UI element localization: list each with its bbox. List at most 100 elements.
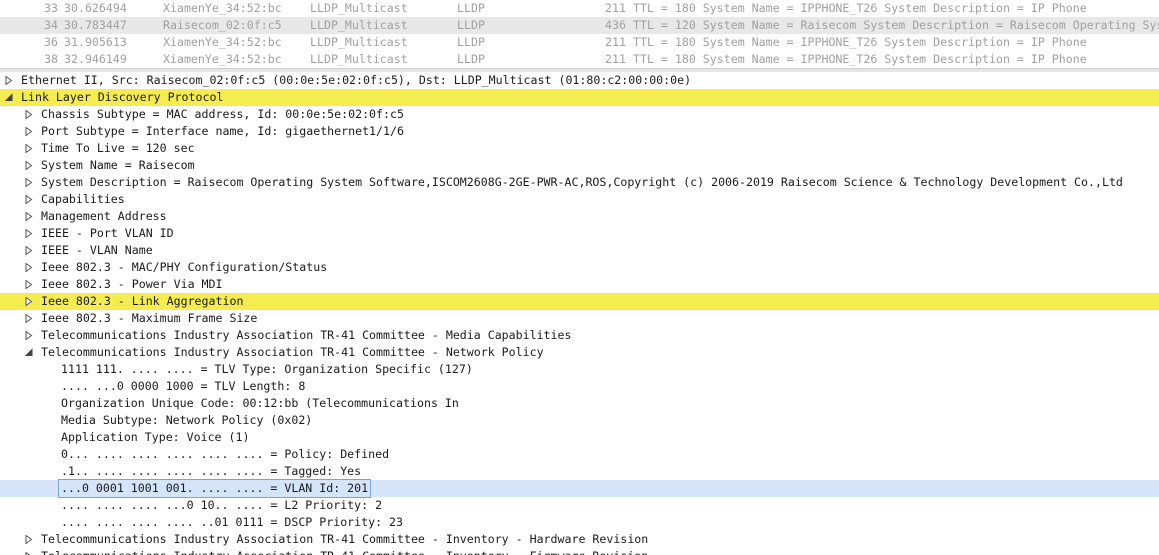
tree-node[interactable]: Management Address: [0, 208, 1159, 225]
tree-collapsed-arrow-icon[interactable]: [25, 327, 35, 344]
packet-number: 36: [44, 35, 58, 49]
tree-node-label: Telecommunications Industry Association …: [41, 328, 572, 342]
tree-collapsed-arrow-icon[interactable]: [25, 242, 35, 259]
packet-row[interactable]: 38 32.946149 XiamenYe_34:52:bc LLDP_Multica…: [0, 51, 1159, 68]
packet-length: 436: [605, 18, 626, 32]
tree-node-label: Port Subtype = Interface name, Id: gigae…: [41, 124, 404, 138]
packet-number: 34: [44, 18, 58, 32]
tree-collapsed-arrow-icon[interactable]: [25, 293, 35, 310]
packet-number: 38: [44, 52, 58, 66]
tree-collapsed-arrow-icon[interactable]: [25, 191, 35, 208]
tree-node[interactable]: Ieee 802.3 - MAC/PHY Configuration/Statu…: [0, 259, 1159, 276]
tree-node-label: 1111 111. .... .... = TLV Type: Organiza…: [61, 362, 473, 376]
tree-collapsed-arrow-icon[interactable]: [25, 123, 35, 140]
tree-node[interactable]: .1.. .... .... .... .... .... = Tagged: …: [0, 463, 1159, 480]
tree-node-label: Management Address: [41, 209, 167, 223]
packet-row[interactable]: 34 30.783447 Raisecom_02:0f:c5 LLDP_Multica…: [0, 17, 1159, 34]
packet-time: 30.626494: [64, 1, 127, 15]
tree-collapsed-arrow-icon[interactable]: [25, 548, 35, 555]
tree-node[interactable]: Link Layer Discovery Protocol: [0, 89, 1159, 106]
tree-collapsed-arrow-icon[interactable]: [25, 310, 35, 327]
tree-node-label: Telecommunications Industry Association …: [41, 532, 649, 546]
tree-node[interactable]: 1111 111. .... .... = TLV Type: Organiza…: [0, 361, 1159, 378]
tree-node-label: Application Type: Voice (1): [61, 430, 250, 444]
tree-node-label: IEEE - Port VLAN ID: [41, 226, 174, 240]
tree-node[interactable]: .... .... .... .... ..01 0111 = DSCP Pri…: [0, 514, 1159, 531]
packet-length: 211: [605, 1, 626, 15]
tree-collapsed-arrow-icon[interactable]: [25, 531, 35, 548]
tree-node-label: Capabilities: [41, 192, 125, 206]
packet-number: 33: [44, 1, 58, 15]
tree-node-label: Chassis Subtype = MAC address, Id: 00:0e…: [41, 107, 404, 121]
tree-expanded-arrow-icon[interactable]: [5, 89, 15, 106]
tree-collapsed-arrow-icon[interactable]: [25, 225, 35, 242]
packet-protocol: LLDP: [457, 1, 485, 15]
packet-length: 211: [605, 52, 626, 66]
tree-collapsed-arrow-icon[interactable]: [25, 157, 35, 174]
tree-node[interactable]: System Description = Raisecom Operating …: [0, 174, 1159, 191]
tree-collapsed-arrow-icon[interactable]: [25, 174, 35, 191]
tree-node[interactable]: Time To Live = 120 sec: [0, 140, 1159, 157]
tree-node[interactable]: IEEE - Port VLAN ID: [0, 225, 1159, 242]
tree-node-label: Ieee 802.3 - Power Via MDI: [41, 277, 223, 291]
tree-node-label: Ethernet II, Src: Raisecom_02:0f:c5 (00:…: [21, 73, 692, 87]
tree-node[interactable]: Ieee 802.3 - Power Via MDI: [0, 276, 1159, 293]
tree-node-label: IEEE - VLAN Name: [41, 243, 153, 257]
packet-row[interactable]: 36 31.905613 XiamenYe_34:52:bc LLDP_Multica…: [0, 34, 1159, 51]
packet-source: Raisecom_02:0f:c5: [163, 18, 282, 32]
packet-time: 31.905613: [64, 35, 127, 49]
packet-info: TTL = 120 System Name = Raisecom System …: [633, 18, 1159, 32]
packet-protocol: LLDP: [457, 52, 485, 66]
tree-node-label: .... ...0 0000 1000 = TLV Length: 8: [61, 379, 306, 393]
tree-collapsed-arrow-icon[interactable]: [25, 106, 35, 123]
tree-node[interactable]: IEEE - VLAN Name: [0, 242, 1159, 259]
tree-node[interactable]: Telecommunications Industry Association …: [0, 327, 1159, 344]
tree-node[interactable]: Capabilities: [0, 191, 1159, 208]
tree-node-label: ...0 0001 1001 001. .... .... = VLAN Id:…: [57, 479, 372, 498]
tree-node[interactable]: Ieee 802.3 - Link Aggregation: [0, 293, 1159, 310]
tree-node-label: Time To Live = 120 sec: [41, 141, 195, 155]
tree-collapsed-arrow-icon[interactable]: [25, 259, 35, 276]
packet-source: XiamenYe_34:52:bc: [163, 35, 282, 49]
packet-destination: LLDP_Multicast: [310, 52, 408, 66]
tree-node[interactable]: System Name = Raisecom: [0, 157, 1159, 174]
tree-node[interactable]: Port Subtype = Interface name, Id: gigae…: [0, 123, 1159, 140]
tree-node-label: Link Layer Discovery Protocol: [19, 89, 226, 106]
packet-details-tree[interactable]: Ethernet II, Src: Raisecom_02:0f:c5 (00:…: [0, 72, 1159, 555]
tree-node[interactable]: .... ...0 0000 1000 = TLV Length: 8: [0, 378, 1159, 395]
tree-collapsed-arrow-icon[interactable]: [5, 72, 15, 89]
packet-protocol: LLDP: [457, 35, 485, 49]
packet-info: TTL = 180 System Name = IPPHONE_T26 Syst…: [633, 35, 1087, 49]
tree-expanded-arrow-icon[interactable]: [25, 344, 35, 361]
packet-list[interactable]: 33 30.626494 XiamenYe_34:52:bc LLDP_Multica…: [0, 0, 1159, 68]
tree-node-label: System Description = Raisecom Operating …: [41, 175, 1123, 189]
tree-node[interactable]: .... .... .... ...0 10.. .... = L2 Prior…: [0, 497, 1159, 514]
tree-node-label: Telecommunications Industry Association …: [39, 548, 650, 555]
tree-node-label: Ieee 802.3 - Link Aggregation: [39, 293, 246, 310]
tree-node[interactable]: Application Type: Voice (1): [0, 429, 1159, 446]
tree-node-label: Organization Unique Code: 00:12:bb (Tele…: [61, 396, 459, 410]
packet-destination: LLDP_Multicast: [310, 1, 408, 15]
tree-node-label: 0... .... .... .... .... .... = Policy: …: [61, 447, 390, 461]
tree-node[interactable]: Telecommunications Industry Association …: [0, 344, 1159, 361]
packet-time: 32.946149: [64, 52, 127, 66]
tree-node[interactable]: 0... .... .... .... .... .... = Policy: …: [0, 446, 1159, 463]
tree-node[interactable]: Telecommunications Industry Association …: [0, 531, 1159, 548]
packet-destination: LLDP_Multicast: [310, 35, 408, 49]
packet-row[interactable]: 33 30.626494 XiamenYe_34:52:bc LLDP_Multica…: [0, 0, 1159, 17]
tree-node-label: Ieee 802.3 - Maximum Frame Size: [41, 311, 258, 325]
tree-node[interactable]: Ethernet II, Src: Raisecom_02:0f:c5 (00:…: [0, 72, 1159, 89]
tree-collapsed-arrow-icon[interactable]: [25, 208, 35, 225]
tree-node[interactable]: Telecommunications Industry Association …: [0, 548, 1159, 555]
tree-collapsed-arrow-icon[interactable]: [25, 276, 35, 293]
packet-source: XiamenYe_34:52:bc: [163, 52, 282, 66]
packet-source: XiamenYe_34:52:bc: [163, 1, 282, 15]
tree-collapsed-arrow-icon[interactable]: [25, 140, 35, 157]
tree-node[interactable]: Organization Unique Code: 00:12:bb (Tele…: [0, 395, 1159, 412]
tree-node[interactable]: ...0 0001 1001 001. .... .... = VLAN Id:…: [0, 479, 1159, 498]
tree-node[interactable]: Chassis Subtype = MAC address, Id: 00:0e…: [0, 106, 1159, 123]
tree-node[interactable]: Ieee 802.3 - Maximum Frame Size: [0, 310, 1159, 327]
tree-node[interactable]: Media Subtype: Network Policy (0x02): [0, 412, 1159, 429]
tree-node-label: .... .... .... ...0 10.. .... = L2 Prior…: [61, 498, 383, 512]
packet-time: 30.783447: [64, 18, 127, 32]
